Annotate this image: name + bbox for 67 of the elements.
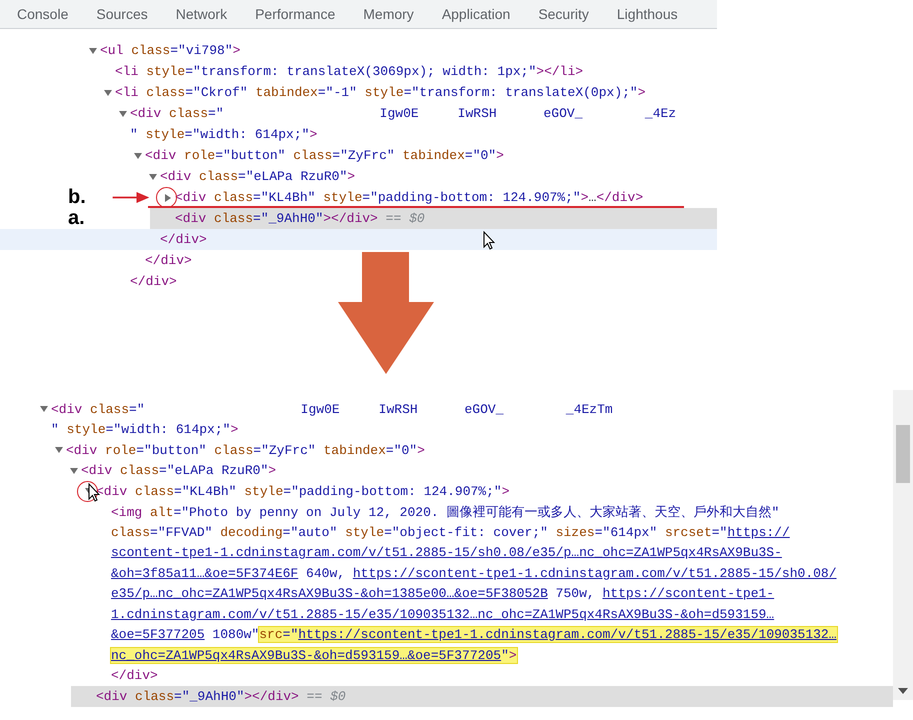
dom-node-row[interactable]: </div> [0, 666, 893, 686]
code-line: <div class="eLAPa RzuR0"> [81, 463, 276, 478]
devtools-tab[interactable]: Sources [82, 0, 162, 28]
dom-node-row[interactable]: <li style="transform: translateX(3069px); width: 1px;"></li> [0, 61, 717, 82]
code-line: e35/p…nc_ohc=ZA1WP5qx4RsAX9Bu3S-&oh=1385e00…&oe=5F38052B 750w, https://scontent-tpe1- [111, 586, 774, 602]
expanded-triangle-icon[interactable] [70, 466, 78, 475]
expanded-triangle-icon[interactable] [55, 446, 63, 454]
expanded-triangle-icon[interactable] [134, 152, 142, 160]
expanded-triangle-icon[interactable] [119, 110, 127, 118]
dom-node-row[interactable]: <div class=" Igw0E IwRSH eGOV_ _4Ez [0, 103, 717, 124]
url-link[interactable]: https:// [727, 524, 790, 540]
code-line: <div class="_9AhH0"></div> == $0 [175, 211, 425, 226]
code-line: <li style="transform: translateX(3069px); width: 1px;"></li> [115, 64, 584, 79]
dom-node-row[interactable]: </div> [0, 250, 717, 271]
code-line: class="FFVAD" decoding="auto" style="object-fit: cover;" sizes="614px" srcset="https:// [111, 524, 790, 540]
down-arrow-icon [338, 252, 434, 374]
url-link[interactable]: https://scontent-tpe1-1.cdninstagram.com/v/t51.2885-15/e35/109035132… [298, 627, 837, 642]
code-line: <img alt="Photo by penny on July 12, 2020. 圖像裡可能有一或多人、大家站著、天空、戶外和大自然" [111, 504, 780, 521]
code-line: <div class="_9AhH0"></div> == $0 [96, 688, 346, 704]
expanded-triangle-icon[interactable] [104, 88, 112, 96]
code-line: &oh=3f85a11…&oe=5F374E6F 640w, https://scontent-tpe1-1.cdninstagram.com/v/t51.2885-15/sh0.08/ [111, 566, 837, 581]
url-link[interactable]: 1.cdninstagram.com/v/t51.2885-15/e35/109035132…nc_ohc=ZA1WP5qx4RsAX9Bu3S-&oh=d593159… [111, 606, 774, 622]
devtools-tab[interactable]: Memory [349, 0, 428, 28]
scrollbar-track[interactable] [893, 390, 913, 700]
dom-node-row[interactable]: <div class="eLAPa RzuR0"> [0, 166, 717, 187]
code-line: &oe=5F377205 1080w"src="https://scontent-tpe1-1.cdninstagram.com/v/t51.2885-15/e35/109035132… [111, 627, 837, 642]
url-link[interactable]: https://scontent-tpe1-1.cdninstagram.com/v/t51.2885-15/sh0.08/ [352, 566, 837, 581]
url-link[interactable]: &oe=5F377205 [111, 627, 205, 642]
collapsed-triangle-icon[interactable] [164, 194, 172, 202]
code-line: <div role="button" class="ZyFrc" tabindex="0"> [66, 442, 425, 458]
code-line: </div> [111, 668, 158, 684]
code-line: <div role="button" class="ZyFrc" tabindex="0"> [145, 148, 504, 163]
url-link[interactable]: scontent-tpe1-1.cdninstagram.com/v/t51.2885-15/sh0.08/e35/p…nc_ohc=ZA1WP5qx4RsAX9Bu3S- [111, 545, 782, 560]
devtools-tab[interactable]: Lighthous [602, 0, 692, 28]
code-line: </div> [130, 274, 177, 289]
dom-node-row[interactable]: <img alt="Photo by penny on July 12, 2020. 圖像裡可能有一或多人、大家站著、天空、戶外和大自然" [0, 502, 893, 522]
code-line: </div> [160, 232, 207, 247]
code-line: <li class="Ckrof" tabindex="-1" style="transform: translateX(0px);"> [115, 85, 646, 100]
devtools-tab[interactable]: Network [162, 0, 242, 28]
dom-node-row[interactable]: </div> [0, 229, 717, 250]
dom-node-row[interactable]: <div class=" Igw0E IwRSH eGOV_ _4EzTm [0, 399, 893, 420]
dom-node-row[interactable]: <div role="button" class="ZyFrc" tabindex="0"> [0, 440, 893, 460]
code-line: <ul class="vi798"> [100, 43, 240, 58]
code-line: <div class=" Igw0E IwRSH eGOV_ _4Ez [130, 106, 676, 121]
expanded-triangle-icon[interactable] [40, 405, 48, 414]
url-link[interactable]: https://scontent-tpe1- [602, 586, 774, 602]
devtools-tab[interactable]: Console [3, 0, 82, 28]
dom-node-row[interactable]: <li class="Ckrof" tabindex="-1" style="transform: translateX(0px);"> [0, 82, 717, 103]
code-line: <div class=" Igw0E IwRSH eGOV_ _4EzTm [51, 402, 613, 417]
expanded-triangle-icon[interactable] [89, 46, 97, 54]
expanded-triangle-icon[interactable] [149, 172, 157, 180]
devtools-tab[interactable]: Performance [241, 0, 350, 28]
dom-node-row[interactable]: </div> [0, 271, 717, 292]
dom-node-row[interactable]: <div class="eLAPa RzuR0"> [0, 460, 893, 481]
url-link[interactable]: &oh=3f85a11…&oe=5F374E6F [111, 566, 298, 581]
scroll-down-arrow-icon[interactable] [898, 688, 908, 694]
url-link[interactable]: nc_ohc=ZA1WP5qx4RsAX9Bu3S-&oh=d593159…&oe=5F377205 [111, 648, 502, 663]
url-link[interactable]: e35/p…nc_ohc=ZA1WP5qx4RsAX9Bu3S-&oh=1385e00…&oe=5F38052B [111, 586, 548, 602]
code-line: " style="width: 614px;"> [130, 127, 318, 142]
devtools-tab[interactable]: Security [524, 0, 603, 28]
dom-node-row[interactable]: <ul class="vi798"> [0, 40, 717, 61]
scrollbar-thumb[interactable] [896, 425, 910, 483]
dom-node-row[interactable]: <div role="button" class="ZyFrc" tabindex="0"> [0, 145, 717, 166]
code-line: <div class="eLAPa RzuR0"> [160, 169, 356, 184]
devtools-tab[interactable]: Application [428, 0, 524, 28]
code-line: </div> [145, 253, 192, 268]
code-line: " style="width: 614px;"> [51, 422, 238, 438]
